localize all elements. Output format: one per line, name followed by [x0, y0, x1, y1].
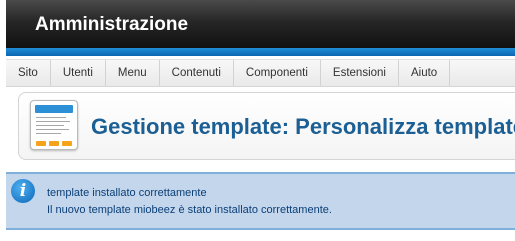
menu-item-estensioni[interactable]: Estensioni	[321, 60, 399, 86]
message-title: template installato correttamente	[47, 187, 207, 199]
system-message: i template installato correttamente Il n…	[6, 172, 515, 230]
info-icon: i	[11, 179, 35, 203]
template-icon	[30, 100, 78, 150]
admin-title: Amministrazione	[35, 14, 189, 35]
main-menu: Sito Utenti Menu Contenuti Componenti Es…	[6, 59, 515, 87]
menu-item-aiuto[interactable]: Aiuto	[399, 60, 451, 86]
page-title-panel: Gestione template: Personalizza template	[18, 92, 515, 160]
admin-header: Amministrazione	[6, 0, 515, 48]
message-text: Il nuovo template miobeez è stato instal…	[47, 204, 332, 216]
menu-item-contenuti[interactable]: Contenuti	[160, 60, 234, 86]
menu-item-utenti[interactable]: Utenti	[51, 60, 106, 86]
page-title: Gestione template: Personalizza template	[91, 114, 515, 139]
menu-item-menu[interactable]: Menu	[106, 60, 160, 86]
menu-item-componenti[interactable]: Componenti	[234, 60, 321, 86]
menu-item-sito[interactable]: Sito	[6, 60, 51, 86]
header-accent-stripe	[6, 48, 515, 56]
